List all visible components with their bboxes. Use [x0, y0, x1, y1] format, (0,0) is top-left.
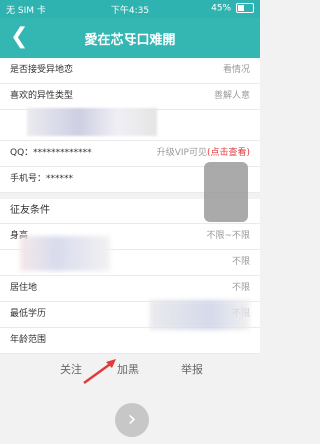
follow-button[interactable]: 关注 — [60, 361, 82, 377]
arrow-annotation-icon — [83, 359, 116, 385]
click-view-link[interactable]: (点击查看) — [207, 148, 250, 158]
row-label: 居住地 — [10, 283, 38, 293]
qq-label: QQ：************* — [10, 148, 92, 158]
row-label: 是否接受异地恋 — [10, 65, 74, 75]
criteria-card: 征友条件 身高 不限~不限 不限 居住地 不限 最低学历 不限 年龄范围 — [0, 199, 260, 354]
navigation-bar: ❮ 愛在芯㸦口难開 — [0, 18, 260, 58]
page-title: 愛在芯㸦口难開 — [84, 33, 176, 48]
next-arrow-icon[interactable]: › — [115, 403, 149, 437]
row-value: 不限~不限 — [206, 231, 250, 241]
profile-row-preferred-type: 喜欢的异性类型 善解人意 — [0, 84, 260, 110]
row-label: 年龄范围 — [10, 335, 47, 345]
row-label: 喜欢的异性类型 — [10, 91, 74, 101]
privacy-blur — [204, 162, 248, 222]
block-button[interactable]: 加黑 — [117, 361, 139, 377]
privacy-blur — [150, 300, 250, 330]
row-value: 看情况 — [222, 65, 250, 75]
row-label: 最低学历 — [10, 309, 47, 319]
battery-percent: 45% — [211, 3, 232, 14]
row-value: 不限 — [231, 283, 250, 293]
battery-indicator: 45% — [211, 3, 254, 14]
status-bar: 无 SIM 卡 下午4:35 45% — [0, 0, 260, 18]
privacy-blur — [20, 236, 110, 271]
phone-label: 手机号：****** — [10, 174, 74, 184]
report-button[interactable]: 举报 — [181, 361, 203, 377]
criteria-row-age: 年龄范围 — [0, 328, 260, 354]
battery-icon — [236, 3, 254, 13]
row-value: 不限 — [231, 257, 250, 267]
action-bar: 关注 加黑 举报 — [0, 357, 260, 381]
privacy-blur — [27, 108, 157, 136]
upgrade-vip-text: 升级VIP可见 — [156, 148, 207, 158]
profile-row-long-distance: 是否接受异地恋 看情况 — [0, 58, 260, 84]
row-value: 善解人意 — [213, 91, 250, 101]
criteria-row-residence: 居住地 不限 — [0, 276, 260, 302]
